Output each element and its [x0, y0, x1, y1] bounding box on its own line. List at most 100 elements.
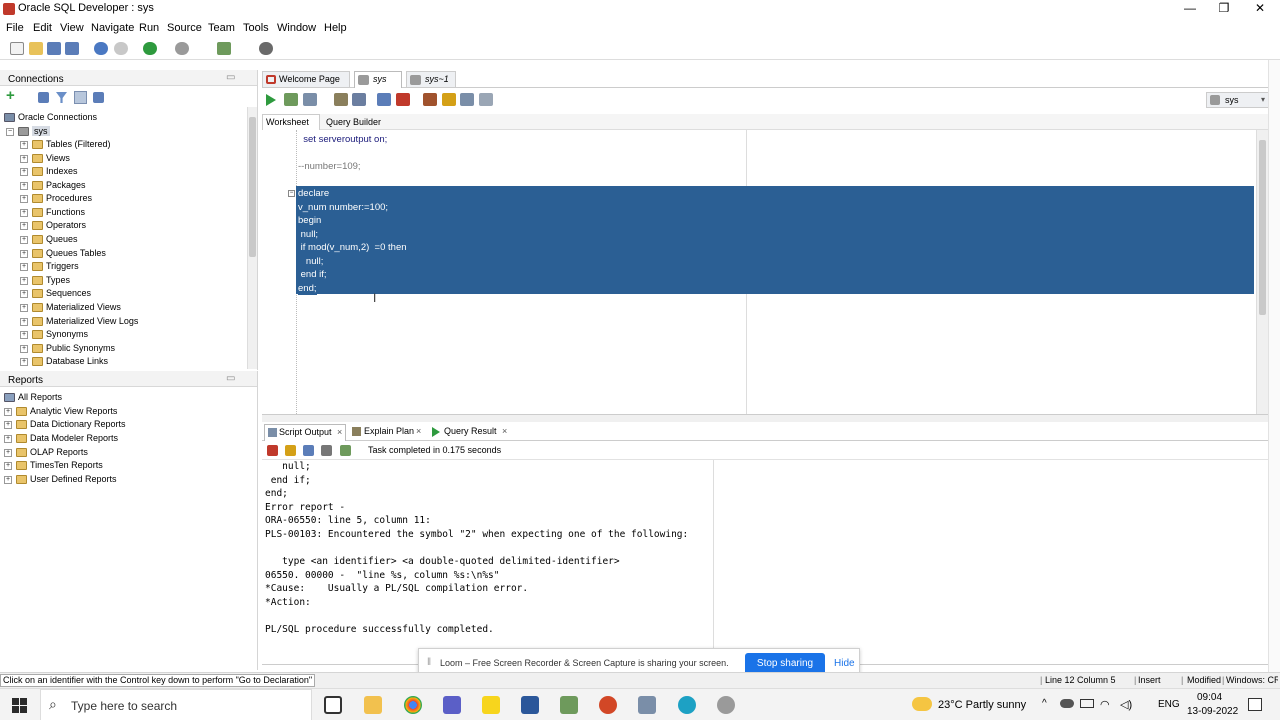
battery-icon[interactable] — [1080, 699, 1094, 708]
tree-root-all-reports[interactable]: All Reports — [4, 391, 62, 404]
minimize-button[interactable]: — — [1172, 0, 1208, 18]
tree-item[interactable]: + Procedures — [20, 192, 92, 205]
tree-root-oracle-connections[interactable]: Oracle Connections — [4, 111, 97, 124]
close-button[interactable]: ✕ — [1242, 0, 1278, 18]
tree-item[interactable]: + Materialized Views — [20, 301, 121, 314]
expand-toggle-icon[interactable]: + — [20, 330, 28, 339]
run-statement-icon[interactable] — [266, 94, 276, 106]
close-tab-icon[interactable]: × — [416, 424, 421, 439]
scrollbar-thumb[interactable] — [1259, 140, 1266, 315]
task-view-icon[interactable] — [324, 696, 342, 714]
expand-toggle-icon[interactable]: + — [20, 276, 28, 285]
word-icon[interactable] — [521, 696, 539, 714]
sql-developer-taskbar-icon[interactable] — [638, 696, 656, 714]
expand-toggle-icon[interactable]: + — [20, 262, 28, 271]
tab-sys-1[interactable]: sys~1 — [406, 71, 456, 88]
expand-toggle-icon[interactable]: + — [20, 357, 28, 366]
volume-icon[interactable]: ◁) — [1120, 698, 1132, 711]
hide-button[interactable]: Hide — [834, 658, 855, 669]
tree-item[interactable]: + Views — [20, 152, 70, 165]
tab-worksheet[interactable]: Worksheet — [262, 114, 320, 130]
collapse-icon[interactable] — [93, 92, 104, 103]
menu-run[interactable]: Run — [139, 22, 159, 34]
expand-toggle-icon[interactable]: + — [4, 461, 12, 470]
pin-icon[interactable] — [267, 445, 278, 456]
close-tab-icon[interactable]: × — [337, 425, 342, 440]
expand-toggle-icon[interactable]: + — [20, 317, 28, 326]
maximize-button[interactable]: ❐ — [1206, 0, 1242, 18]
drag-handle-icon[interactable]: ‖ — [427, 657, 431, 668]
tab-welcome-page[interactable]: Welcome Page — [262, 71, 350, 88]
chevron-up-icon[interactable]: ^ — [1042, 698, 1047, 709]
menu-source[interactable]: Source — [167, 22, 202, 34]
wifi-icon[interactable]: ◠ — [1100, 698, 1110, 711]
editor-scrollbar[interactable] — [1256, 130, 1268, 414]
tree-item[interactable]: + Packages — [20, 179, 86, 192]
rollback-icon[interactable] — [396, 93, 410, 106]
commit-icon[interactable] — [377, 93, 391, 106]
tree-item[interactable]: + Queues Tables — [20, 247, 106, 260]
save-output-icon[interactable] — [303, 445, 314, 456]
expand-toggle-icon[interactable]: + — [20, 289, 28, 298]
buffer-size-icon[interactable] — [340, 445, 351, 456]
tab-sys[interactable]: sys — [354, 71, 402, 88]
expand-toggle-icon[interactable]: + — [4, 420, 12, 429]
expand-toggle-icon[interactable]: + — [20, 208, 28, 217]
print-icon[interactable] — [321, 445, 332, 456]
expand-toggle-icon[interactable]: + — [4, 434, 12, 443]
menu-window[interactable]: Window — [277, 22, 316, 34]
tree-item[interactable]: + Queues — [20, 233, 78, 246]
tree-item[interactable]: + Tables (Filtered) — [20, 138, 111, 151]
clock-time[interactable]: 09:04 — [1197, 692, 1222, 703]
menu-edit[interactable]: Edit — [33, 22, 52, 34]
redo-icon[interactable] — [114, 42, 128, 55]
expand-toggle-icon[interactable]: + — [20, 194, 28, 203]
tree-item[interactable]: + User Defined Reports — [4, 473, 117, 486]
tab-explain-plan[interactable]: Explain Plan × — [350, 424, 426, 441]
tree-item[interactable]: + Database Links — [20, 355, 108, 368]
tree-item[interactable]: + Synonyms — [20, 328, 88, 341]
chrome-icon[interactable] — [404, 696, 422, 714]
weather-text[interactable]: 23°C Partly sunny — [938, 699, 1026, 711]
expand-toggle-icon[interactable]: + — [20, 249, 28, 258]
save-all-icon[interactable] — [65, 42, 79, 55]
new-file-icon[interactable] — [10, 42, 24, 55]
back-icon[interactable] — [143, 42, 157, 55]
format-icon[interactable] — [479, 93, 493, 106]
menu-view[interactable]: View — [60, 22, 84, 34]
expand-toggle-icon[interactable]: + — [4, 407, 12, 416]
onedrive-icon[interactable] — [1060, 699, 1074, 708]
clock-date[interactable]: 13-09-2022 — [1187, 706, 1238, 717]
script-output-area[interactable]: null; end if; end; Error report - ORA-06… — [262, 460, 1268, 665]
autotrace-icon[interactable] — [303, 93, 317, 106]
expand-toggle-icon[interactable]: + — [20, 167, 28, 176]
undo-icon[interactable] — [94, 42, 108, 55]
expand-toggle-icon[interactable]: + — [4, 448, 12, 457]
clear-icon[interactable] — [442, 93, 456, 106]
run-script-icon[interactable] — [284, 93, 298, 106]
edge-icon[interactable] — [678, 696, 696, 714]
tree-item[interactable]: + TimesTen Reports — [4, 459, 103, 472]
file-explorer-icon[interactable] — [364, 696, 382, 714]
horizontal-splitter[interactable] — [262, 414, 1268, 422]
connections-scrollbar[interactable] — [247, 107, 257, 369]
settings-gear-icon[interactable] — [717, 696, 735, 714]
tree-item[interactable]: + Operators — [20, 219, 86, 232]
powerpoint-icon[interactable] — [599, 696, 617, 714]
unshared-sql-icon[interactable] — [423, 93, 437, 106]
menu-file[interactable]: File — [6, 22, 24, 34]
connections-icon[interactable] — [217, 42, 231, 55]
tree-item[interactable]: + Indexes — [20, 165, 78, 178]
tree-item[interactable]: + Types — [20, 274, 70, 287]
expand-toggle-icon[interactable]: + — [20, 221, 28, 230]
fold-toggle-icon[interactable]: − — [288, 190, 295, 197]
forward-icon[interactable] — [175, 42, 189, 55]
expand-toggle-icon[interactable]: + — [20, 154, 28, 163]
sql-tuning-icon[interactable] — [352, 93, 366, 106]
tree-item[interactable]: + Public Synonyms — [20, 342, 115, 355]
tree-item[interactable]: + Sequences — [20, 287, 91, 300]
tab-query-builder[interactable]: Query Builder — [326, 114, 381, 130]
tab-script-output[interactable]: Script Output × — [264, 424, 346, 441]
tree-connection-sys[interactable]: − sys — [6, 125, 50, 138]
teams-icon[interactable] — [443, 696, 461, 714]
